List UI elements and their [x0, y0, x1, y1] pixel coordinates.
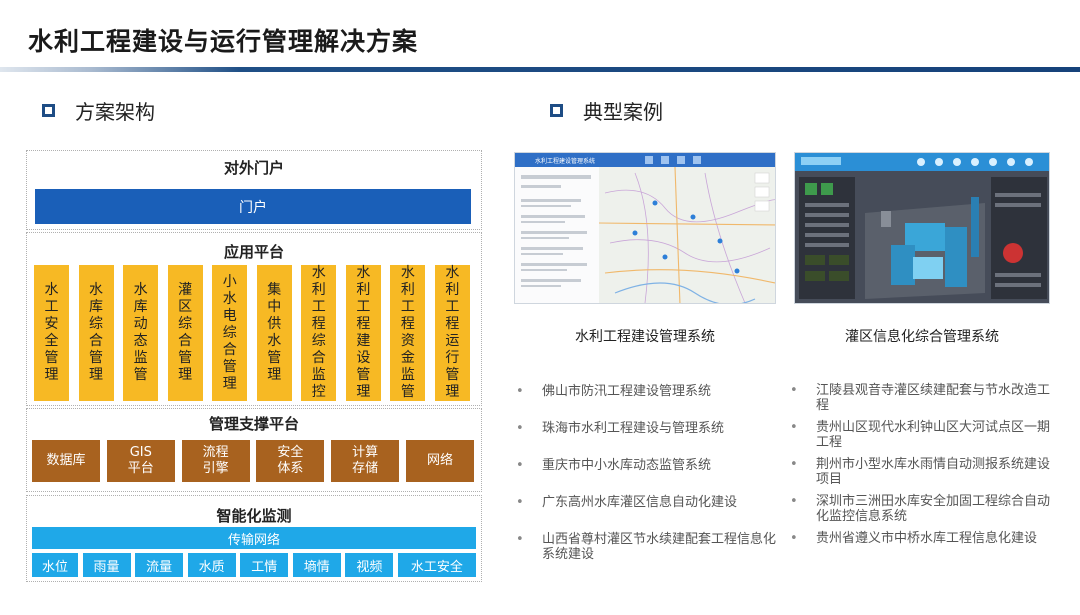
support-module: 安全 体系: [256, 440, 325, 482]
list-item: 重庆市中小水库动态监管系统: [516, 458, 782, 473]
section-heading-cases: 典型案例: [550, 96, 663, 125]
app-module: 水利工程综合监控: [301, 265, 337, 401]
list-item: 荆州市小型水库水雨情自动测报系统建设项目: [790, 457, 1060, 487]
map-system-image: 水利工程建设管理系统: [515, 153, 775, 303]
section-heading-label: 方案架构: [75, 100, 155, 124]
support-module: 数据库: [32, 440, 100, 482]
app-module: 水利工程资金监管: [390, 265, 426, 401]
network-bar: 传输网络: [32, 527, 476, 549]
construction-system-screenshot: 水利工程建设管理系统: [514, 152, 776, 304]
portal-bar: 门户: [35, 189, 471, 224]
list-item: 山西省尊村灌区节水续建配套工程信息化系统建设: [516, 532, 782, 562]
irrigation-system-image: [795, 153, 1049, 303]
support-list: 数据库 GIS 平台 流程 引擎 安全 体系 计算 存储 网络: [32, 440, 474, 482]
app-module: 水库动态监管: [123, 265, 159, 401]
app-module: 水利工程建设管理: [345, 265, 381, 401]
monitor-item: 工情: [240, 553, 289, 577]
support-module: 网络: [405, 440, 474, 482]
section-heading-label: 典型案例: [583, 100, 663, 124]
list-item: 深圳市三洲田水库安全加固工程综合自动化监控信息系统: [790, 494, 1060, 524]
app-list: 水工安全管理 水库综合管理 水库动态监管 灌区综合管理 小水电综合管理 集中供水…: [34, 265, 470, 401]
monitor-item: 水位: [32, 553, 78, 577]
portal-zone: 对外门户 门户: [26, 150, 482, 230]
monitor-item: 墒情: [292, 553, 341, 577]
irrigation-system-screenshot: [794, 152, 1050, 304]
title-underline: [0, 67, 1080, 72]
list-item: 贵州省遵义市中桥水库工程信息化建设: [790, 531, 1060, 546]
shot1-caption: 水利工程建设管理系统: [575, 329, 715, 345]
app-module: 水工安全管理: [34, 265, 69, 401]
monitor-item: 视频: [345, 553, 394, 577]
portal-zone-title: 对外门户: [223, 159, 284, 177]
monitor-item: 水质: [187, 553, 236, 577]
monitor-list: 水位 雨量 流量 水质 工情 墒情 视频 水工安全: [32, 553, 476, 577]
case-list-left: 佛山市防汛工程建设管理系统 珠海市水利工程建设与管理系统 重庆市中小水库动态监管…: [516, 384, 782, 562]
list-item: 贵州山区现代水利钟山区大河试点区一期工程: [790, 420, 1060, 450]
architecture-diagram: 对外门户 门户 应用平台 水工安全管理 水库综合管理 水库动态监管 灌区综合管理…: [26, 150, 482, 582]
app-module: 集中供水管理: [256, 265, 292, 401]
shot2-caption: 灌区信息化综合管理系统: [845, 329, 999, 345]
section-heading-architecture: 方案架构: [42, 96, 155, 125]
app-module: 小水电综合管理: [212, 265, 248, 401]
support-module: GIS 平台: [106, 440, 175, 482]
monitor-item: 流量: [135, 553, 184, 577]
app-module: 灌区综合管理: [167, 265, 203, 401]
shot1-header-text: 水利工程建设管理系统: [535, 157, 595, 165]
square-bullet-icon: [42, 104, 55, 117]
list-item: 佛山市防汛工程建设管理系统: [516, 384, 782, 399]
support-zone-title: 管理支撑平台: [208, 415, 299, 433]
monitor-item: 水工安全: [397, 553, 476, 577]
app-zone-title: 应用平台: [223, 243, 284, 261]
app-module: 水库综合管理: [78, 265, 114, 401]
case-list-right: 江陵县观音寺灌区续建配套与节水改造工程 贵州山区现代水利钟山区大河试点区一期工程…: [790, 383, 1060, 546]
app-module: 水利工程运行管理: [434, 265, 470, 401]
square-bullet-icon: [550, 104, 563, 117]
support-module: 计算 存储: [331, 440, 400, 482]
monitor-zone-title: 智能化监测: [216, 507, 292, 525]
list-item: 广东高州水库灌区信息自动化建设: [516, 495, 782, 510]
list-item: 江陵县观音寺灌区续建配套与节水改造工程: [790, 383, 1060, 413]
list-item: 珠海市水利工程建设与管理系统: [516, 421, 782, 436]
support-module: 流程 引擎: [181, 440, 250, 482]
monitor-item: 雨量: [82, 553, 131, 577]
page-title: 水利工程建设与运行管理解决方案: [28, 27, 419, 56]
